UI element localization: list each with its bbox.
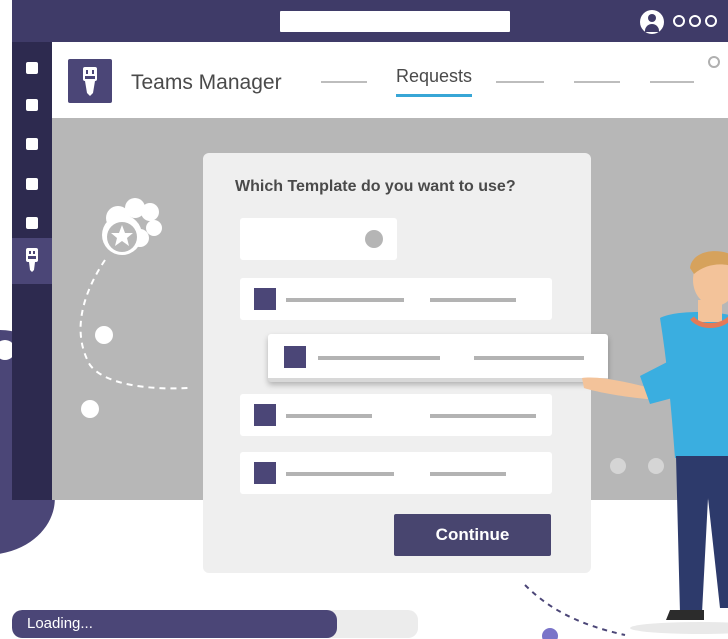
- rail-item-5[interactable]: [26, 217, 38, 229]
- teams-manager-logo-icon: [83, 67, 97, 96]
- rail-item-2[interactable]: [26, 99, 38, 111]
- app-header: Teams Manager Requests: [56, 44, 728, 118]
- loading-label: Loading...: [27, 615, 93, 632]
- illustration-stage: Teams Manager Requests Which Template do…: [0, 0, 728, 639]
- template-option-selected[interactable]: [268, 334, 608, 382]
- active-tab-indicator: [396, 94, 472, 97]
- loading-progress-bar: Loading...: [12, 610, 418, 638]
- more-dots-icon[interactable]: [673, 15, 717, 27]
- teams-manager-icon: [26, 248, 38, 272]
- user-avatar-icon[interactable]: [640, 10, 664, 34]
- rail-item-teams-manager[interactable]: [12, 238, 52, 284]
- search-knob-icon: [365, 230, 383, 248]
- app-title: Teams Manager: [131, 71, 282, 94]
- template-icon: [254, 404, 276, 426]
- app-titlebar: [12, 0, 728, 42]
- nav-tab-placeholder[interactable]: [574, 81, 620, 83]
- dialog-question: Which Template do you want to use?: [235, 178, 516, 195]
- template-dialog: Which Template do you want to use? Conti…: [203, 153, 608, 573]
- status-ring-icon: [708, 56, 720, 68]
- rail-item-3[interactable]: [26, 138, 38, 150]
- continue-button[interactable]: Continue: [394, 514, 551, 556]
- template-option[interactable]: [240, 278, 552, 320]
- template-option[interactable]: [240, 394, 552, 436]
- template-icon: [284, 346, 306, 368]
- template-search-input[interactable]: [240, 218, 397, 260]
- nav-tab-placeholder[interactable]: [496, 81, 544, 83]
- template-icon: [254, 462, 276, 484]
- decorative-medal-icon: [79, 198, 189, 418]
- nav-tab-placeholder[interactable]: [321, 81, 367, 83]
- app-rail: [12, 42, 52, 500]
- rail-item-4[interactable]: [26, 178, 38, 190]
- tab-requests[interactable]: Requests: [396, 66, 472, 87]
- rail-item-1[interactable]: [26, 62, 38, 74]
- decorative-dashed-curve: [524, 584, 626, 639]
- teams-manager-logo: [68, 59, 112, 103]
- search-bar[interactable]: [280, 11, 510, 32]
- template-icon: [254, 288, 276, 310]
- template-option[interactable]: [240, 452, 552, 494]
- nav-tab-placeholder[interactable]: [650, 81, 694, 83]
